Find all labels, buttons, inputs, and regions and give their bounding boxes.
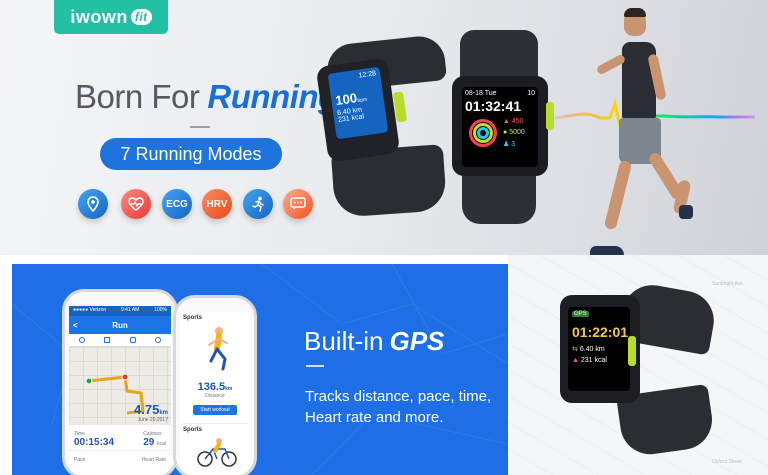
gps-description: Tracks distance, pace, time, Heart rate … (305, 386, 495, 428)
gps-title: Built-in GPS (304, 326, 444, 357)
runner-illustration-icon (208, 327, 228, 371)
calories-value: 29 (143, 437, 155, 448)
gps-desc-line2: Heart rate and more. (305, 409, 444, 426)
phone-status-bar: ●●●●● Verizon 9:41 AM 100% (69, 306, 171, 316)
activity-ring-inner (477, 127, 489, 139)
tab-icon-1[interactable] (78, 337, 85, 343)
pace-label: Pace (74, 457, 86, 463)
ecg-icon: ECG (162, 189, 192, 219)
running-modes-pill: 7 Running Modes (100, 138, 282, 170)
run-distance-unit: km (159, 410, 168, 416)
run-date: June 20,2017 (137, 417, 168, 423)
gps-watch-distance: 6.40 km (579, 346, 605, 353)
run-distance: 4.75 (134, 402, 160, 417)
status-carrier: ●●●●● Verizon (73, 307, 107, 313)
message-icon (283, 189, 313, 219)
gps-watch-calories: 231 kcal (580, 357, 607, 364)
gps-desc-line1: Tracks distance, pace, time, (305, 388, 492, 405)
front-watch-time: 01:32:41 (465, 98, 522, 114)
gps-watch-screen: GPS 01:22:01 ⇆ 6.40 km ▲ 231 kcal (568, 307, 630, 391)
status-time: 9:41 AM (121, 307, 140, 313)
back-button[interactable]: < (73, 321, 78, 330)
flame-icon: ▲ (503, 118, 510, 125)
side-watch-screen: 12:28 100bpm 6.40 km 231 kcal (327, 66, 389, 140)
runner-illustration (183, 321, 247, 381)
sports-title-2: Sports (183, 423, 247, 433)
distance-icon: ⇆ (572, 346, 578, 353)
logo-main: iwown (70, 6, 128, 27)
front-watch-stat3: 3 (511, 141, 516, 148)
status-battery: 100% (154, 307, 167, 313)
tab-icon-2[interactable] (104, 337, 111, 343)
hrv-icon: HRV (202, 189, 232, 219)
time-value: 00:15:34 (74, 437, 115, 448)
heart-rate-icon (121, 189, 151, 219)
gps-watch-button (628, 336, 636, 366)
sports-distance-label: Distance (205, 393, 225, 399)
gps-divider (306, 365, 324, 367)
location-pin-icon (78, 189, 108, 219)
gps-title-part2: GPS (389, 326, 445, 356)
ecg-label: ECG (166, 198, 188, 210)
sports-distance-unit: km (225, 386, 233, 392)
run-title: Run (112, 320, 128, 330)
front-watch-date: 08-18 Tue (465, 90, 497, 97)
headline-divider (190, 126, 210, 128)
gps-watch-status: GPS (572, 311, 589, 317)
hero-banner: iwown fit Born For Running 7 Running Modes… (0, 0, 768, 255)
logo-suffix: fit (130, 9, 152, 25)
hrv-label: HRV (206, 198, 228, 210)
brand-logo: iwown fit (54, 0, 168, 34)
flame-icon: ▲ (572, 357, 579, 364)
map-note-top: Sunbright Ave (712, 281, 744, 287)
headline-part1: Born For (75, 78, 200, 115)
phone-sports: Sports 136.5km Distance Start workout Sp… (173, 295, 257, 475)
front-watch-screen: 08-18 Tue 10 01:32:41 ▲ 450 ● 5000 ♟ 3 (462, 87, 538, 167)
run-app-bar: < Run (69, 316, 171, 334)
gps-watch-time: 01:22:01 (572, 324, 629, 340)
side-watch-clock: 12:28 (358, 70, 377, 80)
side-watch-hr-unit: bpm (357, 96, 368, 105)
run-tab-icons (69, 334, 171, 347)
tab-icon-3[interactable] (129, 337, 136, 343)
map-note-bottom: Oxford Street (712, 459, 742, 465)
calories-unit: kcal (157, 441, 166, 447)
side-watch-hr: 100 (334, 90, 358, 109)
tab-icon-4[interactable] (155, 337, 162, 343)
stand-icon: ♟ (503, 141, 510, 148)
hero-headline: Born For Running (75, 78, 338, 116)
front-watch-clock: 10 (527, 90, 535, 97)
front-watch-steps: 5000 (509, 129, 525, 136)
sports-distance: 136.5 (197, 381, 226, 393)
steps-icon: ● (503, 129, 508, 136)
start-workout-button[interactable]: Start workout (193, 405, 237, 415)
front-watch-calories: 450 (511, 118, 524, 125)
gps-title-part1: Built-in (304, 326, 384, 356)
run-route-map[interactable]: 4.75km June 20,2017 (69, 347, 171, 425)
front-watch-button (546, 102, 554, 130)
running-icon (243, 189, 273, 219)
cyclist-illustration-icon (197, 438, 237, 467)
phone-run: ●●●●● Verizon 9:41 AM 100% < Run 4.75km … (62, 289, 178, 475)
heart-rate-label: Heart Rate (141, 457, 166, 463)
